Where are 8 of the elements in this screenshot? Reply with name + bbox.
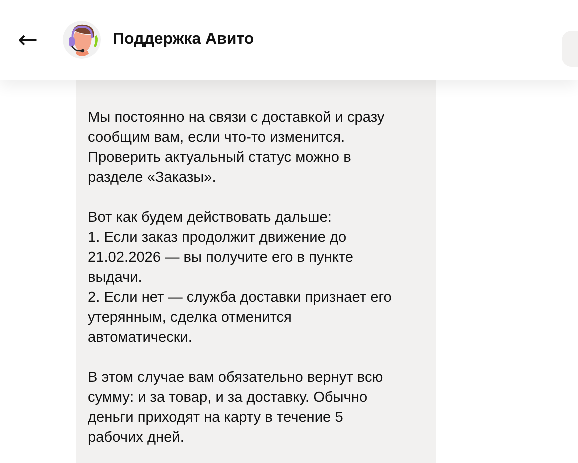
- message-paragraph: В этом случае вам обязательно вернут всю сумму: и за товар, и за доставку. Обычно деньги приходят на карту в течение 5 рабочих дней.: [88, 369, 384, 448]
- message-paragraph: Мы постоянно на связи с доставкой и сразу сообщим вам, если что-то изменится. Проверить актуальный статус можно в разделе «Заказы».: [88, 109, 386, 188]
- back-button[interactable]: ←: [16, 28, 40, 52]
- list-item: 2. Если нет — служба доставки признает его утерянным, сделка отменится автоматически.: [88, 289, 393, 348]
- chat-title: Поддержка Авито: [113, 31, 254, 49]
- message-paragraph: Вот как будем действовать дальше:: [88, 209, 333, 228]
- list-item: 1. Если заказ продолжит движение до 21.02.2026 — вы получите его в пункте выдачи.: [88, 229, 355, 288]
- avatar-icon: [63, 21, 101, 59]
